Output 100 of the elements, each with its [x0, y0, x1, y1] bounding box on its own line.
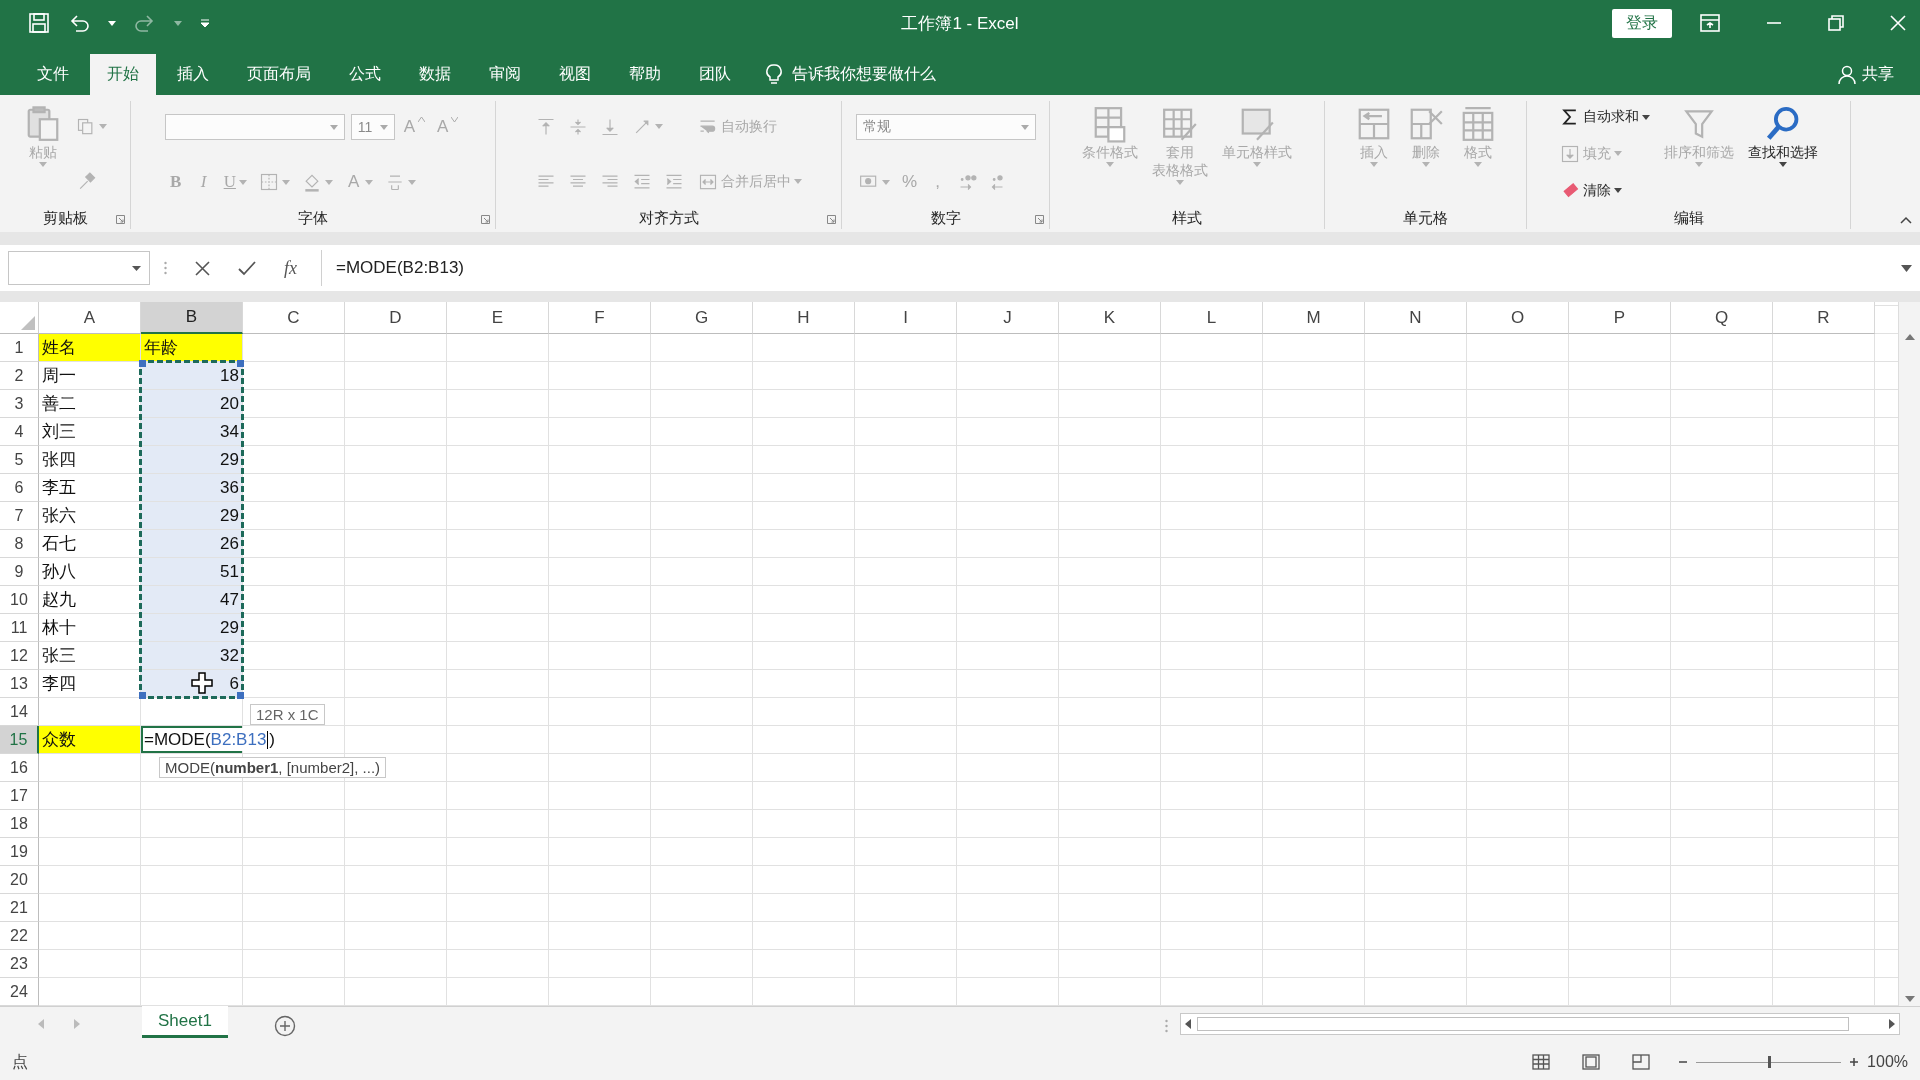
row-header[interactable]: 5: [0, 446, 39, 474]
dialog-launcher-icon[interactable]: [827, 215, 836, 224]
ribbon-button[interactable]: 清除: [1556, 178, 1625, 203]
cancel-icon[interactable]: [195, 260, 210, 276]
column-header[interactable]: Q: [1671, 302, 1773, 334]
zoom-level[interactable]: 100%: [1867, 1053, 1908, 1071]
caret-icon[interactable]: [108, 20, 116, 26]
row-header[interactable]: 1: [0, 334, 39, 362]
caret-icon[interactable]: [174, 20, 182, 26]
row-header[interactable]: 12: [0, 642, 39, 670]
undo-icon[interactable]: [68, 12, 90, 34]
row-header[interactable]: 11: [0, 614, 39, 642]
page-layout-icon[interactable]: [1582, 1054, 1601, 1070]
row-header[interactable]: 20: [0, 866, 39, 894]
left-arrow-icon[interactable]: [1185, 1019, 1191, 1029]
share-button[interactable]: 共享: [1862, 64, 1894, 85]
row-header[interactable]: 17: [0, 782, 39, 810]
right-arrow-icon[interactable]: [1889, 1019, 1895, 1029]
ribbon-button[interactable]: 查找和选择: [1744, 101, 1821, 207]
restore-icon[interactable]: [1828, 15, 1844, 31]
collapse-ribbon-icon[interactable]: [1900, 216, 1912, 224]
sheet-tab[interactable]: Sheet1: [142, 1006, 228, 1038]
select-all-icon[interactable]: [21, 316, 35, 330]
column-header[interactable]: D: [345, 302, 447, 334]
ribbon-tab[interactable]: 公式: [332, 54, 398, 95]
ribbon-tab[interactable]: 视图: [542, 54, 608, 95]
expand-icon[interactable]: [1901, 264, 1912, 272]
insert-function-button[interactable]: fx: [284, 257, 297, 279]
row-header[interactable]: 24: [0, 978, 39, 1006]
caret-icon: [132, 265, 141, 271]
tell-me-search[interactable]: 告诉我你想要做什么: [792, 64, 936, 85]
column-header[interactable]: B: [141, 302, 243, 334]
row-header[interactable]: 6: [0, 474, 39, 502]
row-header[interactable]: 22: [0, 922, 39, 950]
dialog-launcher-icon[interactable]: [481, 215, 490, 224]
row-header[interactable]: 7: [0, 502, 39, 530]
row-header[interactable]: 21: [0, 894, 39, 922]
column-header[interactable]: F: [549, 302, 651, 334]
function-tooltip: MODE(number1, [number2], ...): [159, 757, 387, 778]
column-header[interactable]: P: [1569, 302, 1671, 334]
column-header[interactable]: G: [651, 302, 753, 334]
cell-text: 众数: [39, 726, 141, 754]
add-sheet-icon[interactable]: [273, 1015, 296, 1037]
column-header[interactable]: H: [753, 302, 855, 334]
dialog-launcher-icon[interactable]: [116, 215, 125, 224]
redo-icon[interactable]: [134, 12, 156, 34]
row-header[interactable]: 2: [0, 362, 39, 390]
ribbon-tab[interactable]: 团队: [682, 54, 748, 95]
ribbon-display-icon[interactable]: [1700, 14, 1720, 32]
row-header[interactable]: 10: [0, 586, 39, 614]
customize-menu-icon[interactable]: [200, 18, 210, 28]
column-header[interactable]: E: [447, 302, 549, 334]
name-box[interactable]: [8, 251, 150, 285]
row-header[interactable]: 8: [0, 530, 39, 558]
column-header[interactable]: J: [957, 302, 1059, 334]
save-icon[interactable]: [28, 12, 50, 34]
column-header[interactable]: C: [243, 302, 345, 334]
ribbon-tab[interactable]: 插入: [160, 54, 226, 95]
ribbon-tab[interactable]: 开始: [90, 54, 156, 95]
grid-view-icon[interactable]: [1532, 1054, 1551, 1070]
vertical-scrollbar[interactable]: [1898, 302, 1920, 1006]
column-header[interactable]: I: [855, 302, 957, 334]
column-header[interactable]: R: [1773, 302, 1875, 334]
horizontal-scrollbar[interactable]: [1180, 1013, 1900, 1035]
row-header[interactable]: 9: [0, 558, 39, 586]
lightbulb-icon[interactable]: [766, 63, 782, 86]
row-header[interactable]: 18: [0, 810, 39, 838]
login-button[interactable]: 登录: [1612, 8, 1672, 38]
border-icon: [258, 172, 279, 192]
row-header[interactable]: 4: [0, 418, 39, 446]
formula-input[interactable]: =MODE(B2:B13 ): [143, 728, 277, 751]
zoom-in-icon[interactable]: [1849, 1057, 1860, 1067]
ribbon-tab[interactable]: 页面布局: [230, 54, 328, 95]
column-header[interactable]: M: [1263, 302, 1365, 334]
ribbon-tab[interactable]: 审阅: [472, 54, 538, 95]
ribbon-tab[interactable]: 帮助: [612, 54, 678, 95]
ribbon-tab[interactable]: 文件: [20, 54, 86, 95]
row-header[interactable]: 19: [0, 838, 39, 866]
dialog-launcher-icon[interactable]: [1035, 215, 1044, 224]
up-arrow-icon[interactable]: [1904, 334, 1915, 340]
down-arrow-icon[interactable]: [1904, 996, 1915, 1002]
checkmark-icon[interactable]: [238, 260, 256, 276]
close-icon[interactable]: [1890, 15, 1906, 31]
column-header[interactable]: N: [1365, 302, 1467, 334]
row-header[interactable]: 13: [0, 670, 39, 698]
row-header[interactable]: 15: [0, 726, 39, 754]
formula-text[interactable]: =MODE(B2:B13): [336, 258, 464, 278]
column-header[interactable]: L: [1161, 302, 1263, 334]
row-header[interactable]: 14: [0, 698, 39, 726]
ribbon-button[interactable]: 自动求和: [1556, 105, 1653, 130]
column-header[interactable]: A: [39, 302, 141, 334]
column-header[interactable]: K: [1059, 302, 1161, 334]
row-header[interactable]: 3: [0, 390, 39, 418]
mode-indicator: 点: [12, 1051, 28, 1072]
page-break-icon[interactable]: [1632, 1054, 1651, 1070]
zoom-slider-thumb[interactable]: [1767, 1056, 1771, 1068]
column-header[interactable]: O: [1467, 302, 1569, 334]
row-header[interactable]: 23: [0, 950, 39, 978]
row-header[interactable]: 16: [0, 754, 39, 782]
ribbon-tab[interactable]: 数据: [402, 54, 468, 95]
